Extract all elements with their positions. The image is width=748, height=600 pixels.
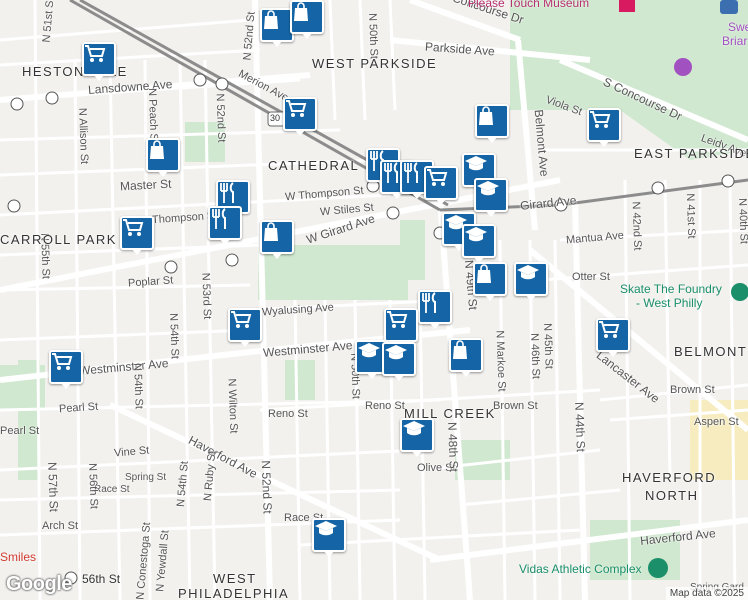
highway-number: 30 xyxy=(270,113,281,123)
street-label: Aspen St xyxy=(694,416,739,428)
street-label: Race St xyxy=(94,484,130,495)
school-marker[interactable] xyxy=(382,342,416,381)
shopping-cart-marker[interactable] xyxy=(424,166,458,205)
street-label: Spring St xyxy=(125,472,167,483)
street-label: Brown St xyxy=(670,384,715,396)
street-label: N Allison St xyxy=(76,107,91,165)
shopping-cart-marker[interactable] xyxy=(283,97,317,136)
neighborhood-label: CARROLL PARK xyxy=(0,232,117,247)
school-marker[interactable] xyxy=(400,418,434,457)
street-label: Reno St xyxy=(365,400,405,412)
street-label: N 42nd St xyxy=(629,201,644,251)
shopping-cart-marker[interactable] xyxy=(587,108,621,147)
shopping-cart-marker[interactable] xyxy=(82,42,116,81)
shopping-bag-marker[interactable] xyxy=(449,338,483,377)
restaurant-marker[interactable] xyxy=(418,290,452,329)
skate-poi-icon xyxy=(731,283,748,301)
street-label: N Wilton St xyxy=(225,378,240,434)
street-label: N 53rd St xyxy=(199,272,214,320)
google-logo: Google xyxy=(6,573,72,595)
neighborhood-label: PHILADELPHIA xyxy=(178,586,290,600)
shopping-bag-marker[interactable] xyxy=(146,138,180,177)
street-label: N 45th St xyxy=(541,322,555,370)
street-label: N 54th St xyxy=(167,312,181,360)
restaurant-marker[interactable] xyxy=(208,206,242,245)
poi-label[interactable]: Briar V xyxy=(722,34,748,48)
shopping-cart-marker[interactable] xyxy=(120,216,154,255)
map-canvas[interactable]: Lansdowne Ave Merion Ave Master St W Tho… xyxy=(0,0,748,600)
shopping-cart-marker[interactable] xyxy=(228,308,262,347)
street-label: Pearl St xyxy=(0,425,40,437)
street-label: N 57th St xyxy=(45,461,61,513)
neighborhood-label: NORTH xyxy=(645,488,699,503)
poi-label[interactable]: Vidas Athletic Complex xyxy=(519,562,642,576)
vidas-poi-icon xyxy=(648,558,668,578)
sweet-briar-poi-icon xyxy=(674,58,692,76)
neighborhood-label: EAST PARKSIDE xyxy=(634,146,748,161)
neighborhood-label: BELMONT xyxy=(674,344,748,359)
school-marker[interactable] xyxy=(462,224,496,263)
shopping-bag-marker[interactable] xyxy=(260,8,294,47)
school-marker[interactable] xyxy=(514,262,548,301)
park-mid xyxy=(285,360,315,400)
park-small xyxy=(400,220,425,280)
neighborhood-label: WEST PARKSIDE xyxy=(312,56,438,71)
street-label: Arch St xyxy=(42,520,79,532)
street-label: N 46th St xyxy=(528,332,542,380)
street-label: Reno St xyxy=(268,408,308,420)
street-label: N 52nd St xyxy=(258,460,275,514)
street-label: Otter St xyxy=(572,271,610,283)
neighborhood-label: HAVERFORD xyxy=(622,470,717,485)
street-label: N 44th St xyxy=(572,401,588,453)
street-label: Brown St xyxy=(493,400,538,412)
neighborhood-label: WEST xyxy=(213,571,257,586)
shopping-bag-marker[interactable] xyxy=(260,220,294,259)
shopping-cart-marker[interactable] xyxy=(49,350,83,389)
poi-label[interactable]: Swe xyxy=(728,20,748,34)
street-label: N 54th St xyxy=(131,362,145,410)
street-label: N 56th St xyxy=(86,462,100,510)
school-marker[interactable] xyxy=(474,178,508,217)
street-label: N 40th St xyxy=(736,197,748,245)
neighborhood-label: CATHEDRAL xyxy=(268,158,360,173)
poi-label[interactable]: Please Touch Museum xyxy=(468,0,589,10)
shopping-bag-marker[interactable] xyxy=(473,262,507,301)
poi-label[interactable]: Skate The Foundry xyxy=(620,282,722,296)
street-label: N 41st St xyxy=(683,193,698,239)
shopping-cart-marker[interactable] xyxy=(596,318,630,357)
street-label: N Markoe St xyxy=(493,330,508,392)
poi-label[interactable]: Smiles xyxy=(0,550,36,564)
school-marker[interactable] xyxy=(312,518,346,557)
street-label: N 50th St xyxy=(366,12,380,60)
shopping-cart-marker[interactable] xyxy=(384,308,418,347)
highway-76-shield xyxy=(720,0,738,14)
street-label: Master St xyxy=(119,176,172,194)
street-label: N 48th St xyxy=(445,421,461,473)
street-label: N Peach St xyxy=(145,87,160,145)
shopping-bag-marker[interactable] xyxy=(475,104,509,143)
shopping-bag-marker[interactable] xyxy=(290,0,324,39)
map-attribution[interactable]: Map data ©2025 xyxy=(665,587,748,600)
station-label: 56th St xyxy=(82,572,121,586)
museum-poi-icon xyxy=(619,0,635,12)
street-label: N 52nd St xyxy=(213,93,228,143)
poi-label[interactable]: - West Philly xyxy=(636,296,702,310)
